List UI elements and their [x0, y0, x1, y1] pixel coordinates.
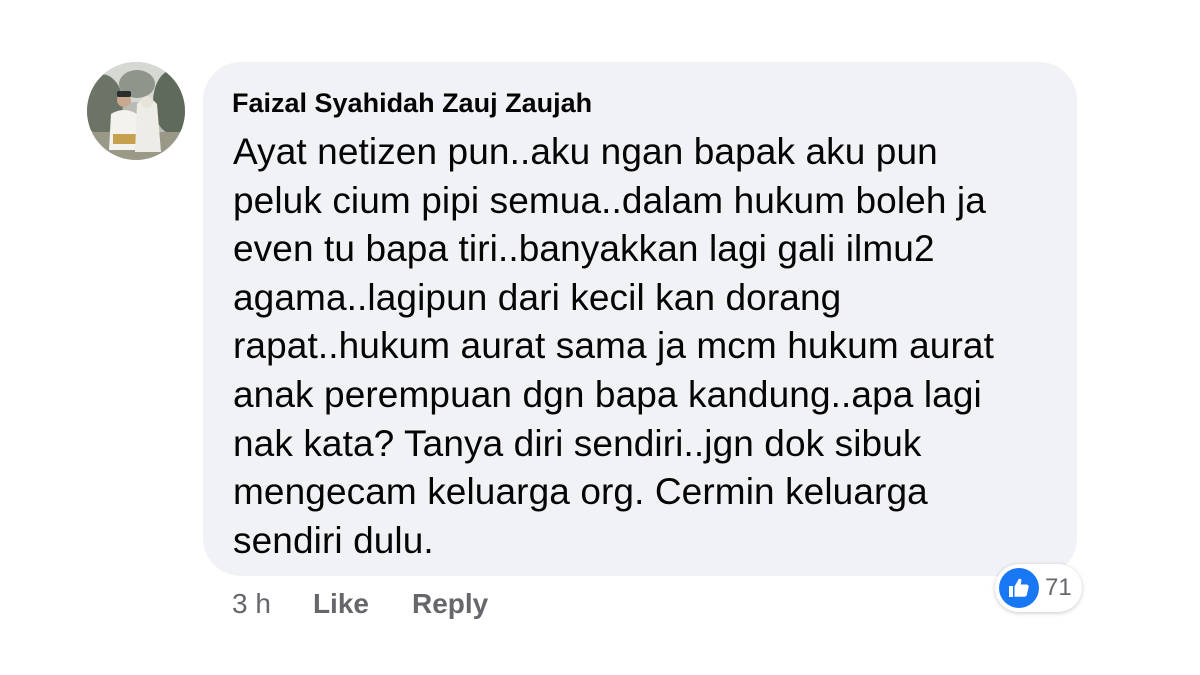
comment-text: Ayat netizen pun..aku ngan bapak aku pun…: [233, 128, 1047, 565]
avatar[interactable]: [87, 62, 185, 160]
comment-text-line: sendiri dulu.: [233, 519, 434, 561]
reaction-count: 71: [1045, 574, 1072, 601]
comment-container: Faizal Syahidah Zauj Zaujah Ayat netizen…: [0, 0, 1200, 675]
like-button[interactable]: Like: [313, 588, 369, 620]
comment-actions: 3 h Like Reply: [232, 584, 488, 624]
comment-text-line: nak kata? Tanya diri sendiri..jgn dok si…: [233, 422, 922, 464]
comment-bubble: Faizal Syahidah Zauj Zaujah Ayat netizen…: [203, 62, 1077, 576]
comment-author[interactable]: Faizal Syahidah Zauj Zaujah: [232, 86, 1047, 126]
reply-button[interactable]: Reply: [412, 588, 488, 620]
comment-text-line: rapat..hukum aurat sama ja mcm hukum aur…: [233, 325, 994, 367]
comment-text-line: Ayat netizen pun..aku ngan bapak aku pun: [233, 131, 938, 172]
comment-text-line: agama..lagipun dari kecil kan dorang: [233, 276, 842, 318]
avatar-photo: [87, 62, 185, 160]
reactions-summary[interactable]: 71: [995, 564, 1082, 612]
comment-text-line: peluk cium pipi semua..dalam hukum boleh…: [233, 179, 986, 221]
comment-timestamp[interactable]: 3 h: [232, 588, 271, 620]
comment-text-line: anak perempuan dgn bapa kandung..apa lag…: [233, 373, 982, 415]
comment-text-line: even tu bapa tiri..banyakkan lagi gali i…: [233, 228, 935, 270]
thumbs-up-icon: [999, 568, 1039, 608]
comment-text-line: mengecam keluarga org. Cermin keluarga: [233, 471, 928, 513]
